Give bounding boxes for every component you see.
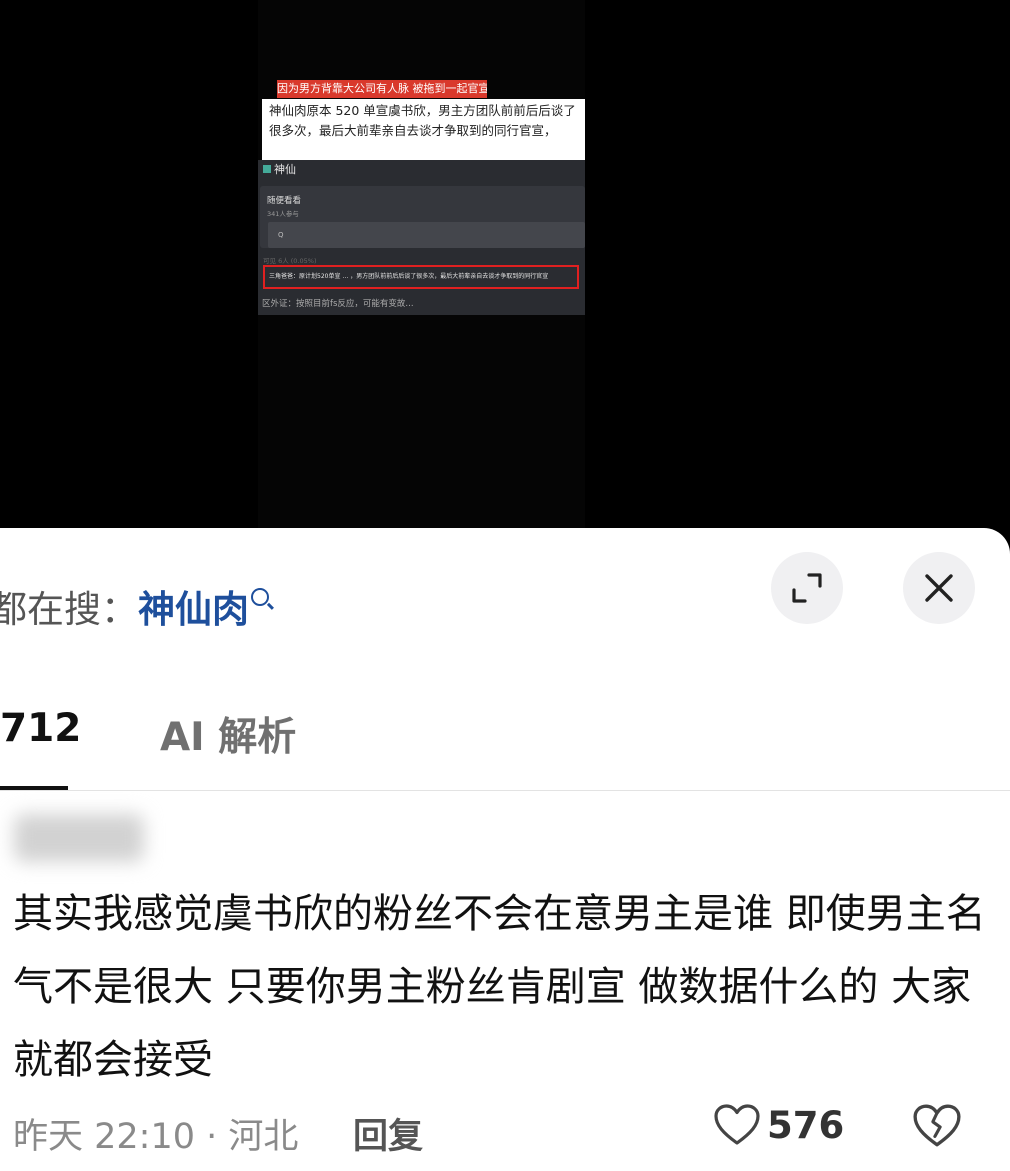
embedded-card-title: 随便看看 [267,196,302,206]
close-button[interactable] [903,552,975,624]
close-icon [925,574,953,602]
highlighted-quote: 三角爸爸：原计划520单宣 … ，男方团队前前后后谈了很多次，最后大前辈亲自去谈… [263,265,579,289]
reply-button[interactable]: 回复 [353,1108,423,1159]
embedded-card-input: Q [268,222,585,248]
search-term-link[interactable]: 神仙肉 [138,588,249,631]
search-icon [251,588,269,606]
expand-button[interactable] [771,552,843,624]
comment-text[interactable]: 其实我感觉虞书欣的粉丝不会在意男主是谁 即使男主名气不是很大 只要你男主粉丝肯剧… [13,878,988,1097]
comment-time-location: 昨天 22:10 · 河北 [13,1117,299,1157]
video-caption: 神仙肉原本 520 单宣虞书欣，男主方团队前前后后谈了很多次，最后大前辈亲自去谈… [262,99,585,161]
like-count: 576 [767,1103,845,1147]
video-banner: 因为男方背靠大公司有人脉 被拖到一起官宣 [277,80,487,98]
broken-heart-icon [913,1104,961,1147]
heart-icon [714,1104,760,1145]
tab-comments[interactable]: 712 [0,706,81,751]
search-prefix: 都在搜： [0,588,138,631]
chart-icon [263,165,271,173]
dislike-button[interactable] [912,1103,962,1153]
embedded-card-subtitle: 341人参与 [267,210,299,218]
blurred-username[interactable] [14,814,144,862]
video-area[interactable]: 因为男方背靠大公司有人脉 被拖到一起官宣 神仙肉原本 520 单宣虞书欣，男主方… [0,0,1010,530]
tab-divider [0,790,1010,791]
tab-ai-analysis[interactable]: AI 解析 [160,706,296,762]
embedded-footer: 区外证：按照目前fs反应，可能有变故... [262,299,414,309]
expand-icon [792,573,822,603]
trending-search[interactable]: 都在搜：神仙肉 [0,579,269,633]
like-button[interactable]: 576 [713,1103,844,1153]
embedded-post-header: 神仙 [263,161,296,177]
comment-sheet: 都在搜：神仙肉 712 AI 解析 其实我感觉虞书欣的粉丝不会在意男主是谁 即使… [0,528,1010,1171]
embedded-card-meta: 可见 6人 (0.05%) [263,257,317,265]
